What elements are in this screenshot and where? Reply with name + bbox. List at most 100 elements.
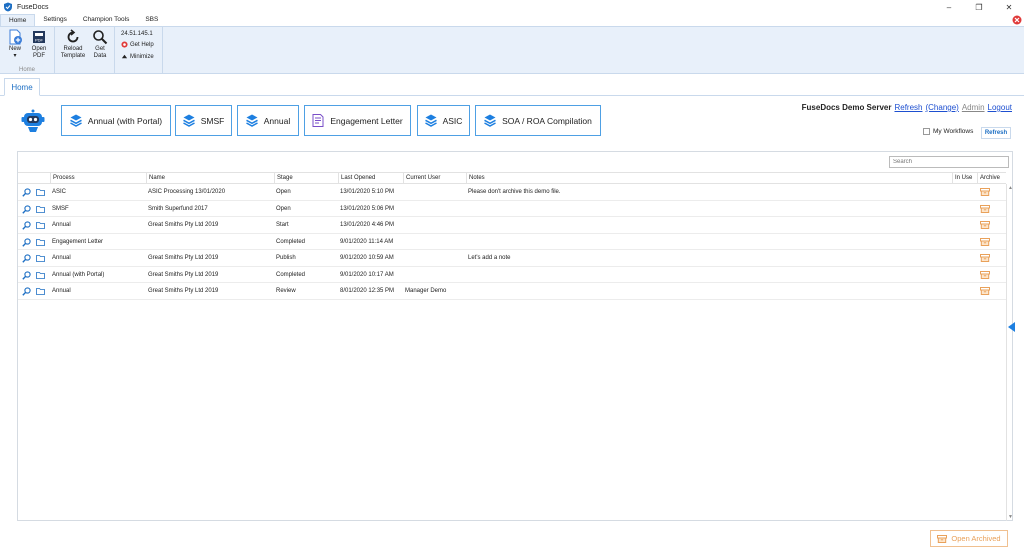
search-icon[interactable] <box>22 204 31 214</box>
workflow-button-annual-with-portal[interactable]: Annual (with Portal) <box>61 105 171 136</box>
cell-process: Annual (with Portal) <box>52 271 105 278</box>
maximize-window-button[interactable]: ❐ <box>964 0 994 14</box>
side-panel-toggle-icon[interactable] <box>1008 322 1015 332</box>
scroll-up-icon[interactable]: ▲ <box>1008 185 1013 191</box>
cell-name: Great Smiths Pty Ltd 2019 <box>148 255 219 261</box>
ribbon-tab-sbs[interactable]: SBS <box>137 14 166 26</box>
search-icon[interactable] <box>22 254 31 263</box>
table-row[interactable]: Annual Great Smiths Pty Ltd 2019 Start 1… <box>18 217 1006 234</box>
ribbon-tab-champion-tools[interactable]: Champion Tools <box>75 14 138 26</box>
cell-notes <box>466 267 952 283</box>
column-header-process[interactable]: Process <box>50 173 146 183</box>
cell-process: SMSF <box>52 205 69 212</box>
folder-icon[interactable] <box>36 238 45 247</box>
new-button[interactable]: New ▾ <box>4 29 26 60</box>
workflow-button-engagement-letter[interactable]: Engagement Letter <box>304 105 411 136</box>
close-red-icon[interactable] <box>1012 15 1022 25</box>
grid-scrollbar[interactable]: ▲ ▼ <box>1006 184 1013 521</box>
archive-icon[interactable] <box>980 270 990 279</box>
workflow-label: ASIC <box>442 115 463 126</box>
archive-icon[interactable] <box>980 221 990 229</box>
cell-current-user <box>403 217 466 233</box>
window-title: FuseDocs <box>17 3 49 11</box>
ribbon-group-help: 24.51.145.1 Get Help Minimize <box>115 27 163 74</box>
get-data-button[interactable]: Get Data <box>89 29 111 60</box>
workflow-button-asic[interactable]: ASIC <box>417 105 470 136</box>
page-tabs: Home <box>0 76 1024 96</box>
column-header-in-use[interactable]: In Use <box>952 173 977 183</box>
archive-icon[interactable] <box>980 237 990 246</box>
server-change-link[interactable]: (Change) <box>925 103 958 112</box>
cell-last-opened: 9/01/2020 10:17 AM <box>340 271 394 278</box>
search-icon[interactable] <box>22 188 31 197</box>
caret-up-icon <box>121 54 128 59</box>
cell-name: Great Smiths Pty Ltd 2019 <box>148 288 219 294</box>
refresh-button[interactable]: Refresh <box>981 127 1011 139</box>
new-document-icon <box>9 29 22 45</box>
layers-icon <box>484 114 496 127</box>
column-header-name[interactable]: Name <box>146 173 274 183</box>
folder-icon[interactable] <box>36 221 45 230</box>
ribbon-tab-settings[interactable]: Settings <box>35 14 75 26</box>
version-label: 24.51.145.1 <box>121 31 153 37</box>
cell-stage: Completed <box>276 238 306 245</box>
workflow-button-smsf[interactable]: SMSF <box>175 105 232 136</box>
folder-icon[interactable] <box>36 287 45 296</box>
cell-last-opened: 13/01/2020 5:06 PM <box>340 205 395 212</box>
my-workflows-checkbox[interactable] <box>923 128 930 135</box>
archive-icon[interactable] <box>980 287 990 295</box>
open-pdf-button[interactable]: PDF Open PDF <box>28 29 50 60</box>
my-workflows-toggle[interactable]: My Workflows <box>923 128 973 135</box>
column-header-notes[interactable]: Notes <box>466 173 952 183</box>
ribbon-tabs: Home Settings Champion Tools SBS <box>0 14 1024 27</box>
column-header-stage[interactable]: Stage <box>274 173 338 183</box>
cell-stage: Review <box>276 288 296 294</box>
reload-template-button[interactable]: Reload Template <box>59 29 87 60</box>
search-icon[interactable] <box>22 287 31 296</box>
cell-name: ASIC Processing 13/01/2020 <box>148 189 226 195</box>
get-help-button[interactable]: Get Help <box>121 41 154 48</box>
column-header-last-opened[interactable]: Last Opened <box>338 173 403 183</box>
archive-icon[interactable] <box>980 204 990 213</box>
logout-link[interactable]: Logout <box>988 103 1012 112</box>
current-user-link[interactable]: Admin <box>962 103 985 112</box>
archive-icon[interactable] <box>980 254 990 262</box>
folder-icon[interactable] <box>36 188 45 197</box>
ribbon-tab-home[interactable]: Home <box>0 14 36 26</box>
cell-process: Annual <box>52 255 71 261</box>
table-row[interactable]: Annual Great Smiths Pty Ltd 2019 Publish… <box>18 250 1006 267</box>
table-row[interactable]: Engagement Letter Completed 9/01/2020 11… <box>18 234 1006 250</box>
minimize-ribbon-button[interactable]: Minimize <box>121 53 154 60</box>
table-row[interactable]: Annual Great Smiths Pty Ltd 2019 Review … <box>18 283 1006 300</box>
ribbon-group-template: Reload Template Get Data <box>55 27 115 74</box>
folder-icon[interactable] <box>36 205 45 214</box>
tab-home[interactable]: Home <box>4 78 40 96</box>
table-row[interactable]: Annual (with Portal) Great Smiths Pty Lt… <box>18 267 1006 283</box>
search-input[interactable] <box>889 156 1009 168</box>
search-icon[interactable] <box>22 237 31 247</box>
server-refresh-link[interactable]: Refresh <box>894 103 922 112</box>
workflow-button-soa-roa-compilation[interactable]: SOA / ROA Compilation <box>475 105 601 136</box>
minimize-window-button[interactable]: – <box>934 0 964 14</box>
archive-icon[interactable] <box>980 188 990 196</box>
ribbon: New ▾ PDF Open PDF Home Reload Template <box>0 27 1024 74</box>
workflow-button-annual[interactable]: Annual <box>237 105 299 136</box>
folder-icon[interactable] <box>36 254 45 263</box>
column-header-current-user[interactable]: Current User <box>403 173 466 183</box>
open-archived-button[interactable]: Open Archived <box>930 530 1008 547</box>
close-window-button[interactable]: ✕ <box>994 0 1024 14</box>
reload-template-label: Reload Template <box>60 46 86 59</box>
reload-icon <box>67 29 79 43</box>
search-icon[interactable] <box>22 270 31 280</box>
folder-icon[interactable] <box>36 271 45 280</box>
scroll-down-icon[interactable]: ▼ <box>1008 514 1013 520</box>
ribbon-group-home: New ▾ PDF Open PDF Home <box>0 27 55 74</box>
cell-current-user <box>403 234 466 250</box>
table-row[interactable]: SMSF Smith Superfund 2017 Open 13/01/202… <box>18 201 1006 217</box>
search-icon[interactable] <box>22 221 31 230</box>
cell-notes: Please don't archive this demo file. <box>468 189 561 195</box>
column-header-archive[interactable]: Archive <box>977 173 1006 183</box>
cell-name <box>146 234 274 250</box>
table-row[interactable]: ASIC ASIC Processing 13/01/2020 Open 13/… <box>18 184 1006 201</box>
cell-stage: Completed <box>276 271 306 278</box>
